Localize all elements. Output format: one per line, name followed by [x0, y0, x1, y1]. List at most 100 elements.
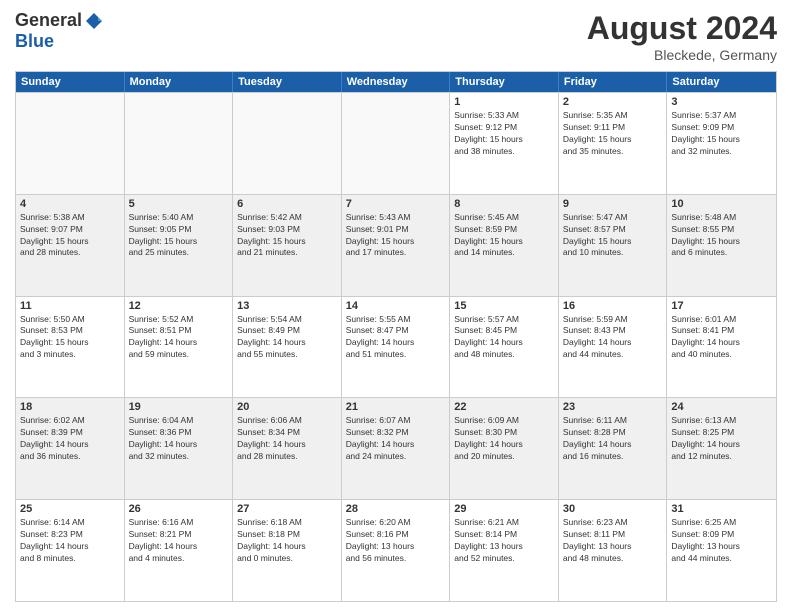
day-info: Sunrise: 6:16 AM Sunset: 8:21 PM Dayligh… — [129, 517, 229, 565]
day-number: 1 — [454, 96, 554, 108]
cal-header-saturday: Saturday — [667, 72, 776, 92]
day-number: 14 — [346, 300, 446, 312]
day-number: 30 — [563, 503, 663, 515]
day-info: Sunrise: 5:38 AM Sunset: 9:07 PM Dayligh… — [20, 212, 120, 260]
title-block: August 2024 Bleckede, Germany — [587, 10, 777, 63]
day-info: Sunrise: 5:35 AM Sunset: 9:11 PM Dayligh… — [563, 110, 663, 158]
cal-cell-4-7: 24Sunrise: 6:13 AM Sunset: 8:25 PM Dayli… — [667, 398, 776, 499]
cal-cell-2-2: 5Sunrise: 5:40 AM Sunset: 9:05 PM Daylig… — [125, 195, 234, 296]
cal-cell-1-1 — [16, 93, 125, 194]
cal-cell-3-7: 17Sunrise: 6:01 AM Sunset: 8:41 PM Dayli… — [667, 297, 776, 398]
logo-blue-text: Blue — [15, 31, 54, 52]
cal-cell-1-7: 3 Sunrise: 5:37 AM Sunset: 9:09 PM Daylig… — [667, 93, 776, 194]
day-info: Sunrise: 5:57 AM Sunset: 8:45 PM Dayligh… — [454, 314, 554, 362]
cal-cell-1-4 — [342, 93, 451, 194]
day-number: 7 — [346, 198, 446, 210]
day-number: 24 — [671, 401, 772, 413]
day-number: 13 — [237, 300, 337, 312]
day-info: Sunrise: 5:59 AM Sunset: 8:43 PM Dayligh… — [563, 314, 663, 362]
cal-cell-5-6: 30 Sunrise: 6:23 AM Sunset: 8:11 PM Dayli… — [559, 500, 668, 601]
day-info: Sunrise: 6:25 AM Sunset: 8:09 PM Dayligh… — [671, 517, 772, 565]
day-info: Sunrise: 6:14 AM Sunset: 8:23 PM Dayligh… — [20, 517, 120, 565]
cal-cell-4-1: 18 Sunrise: 6:02 AM Sunset: 8:39 PM Dayli… — [16, 398, 125, 499]
day-info: Sunrise: 5:42 AM Sunset: 9:03 PM Dayligh… — [237, 212, 337, 260]
cal-cell-3-1: 11 Sunrise: 5:50 AM Sunset: 8:53 PM Dayli… — [16, 297, 125, 398]
day-info: Sunrise: 6:20 AM Sunset: 8:16 PM Dayligh… — [346, 517, 446, 565]
day-info: Sunrise: 5:43 AM Sunset: 9:01 PM Dayligh… — [346, 212, 446, 260]
cal-cell-5-3: 27Sunrise: 6:18 AM Sunset: 8:18 PM Dayli… — [233, 500, 342, 601]
cal-cell-3-2: 12 Sunrise: 5:52 AM Sunset: 8:51 PM Dayli… — [125, 297, 234, 398]
cal-cell-3-5: 15 Sunrise: 5:57 AM Sunset: 8:45 PM Dayli… — [450, 297, 559, 398]
cal-cell-3-3: 13 Sunrise: 5:54 AM Sunset: 8:49 PM Dayli… — [233, 297, 342, 398]
cal-cell-3-4: 14 Sunrise: 5:55 AM Sunset: 8:47 PM Dayli… — [342, 297, 451, 398]
day-number: 11 — [20, 300, 120, 312]
calendar-body: 1 Sunrise: 5:33 AM Sunset: 9:12 PM Daylig… — [16, 92, 776, 601]
day-info: Sunrise: 6:23 AM Sunset: 8:11 PM Dayligh… — [563, 517, 663, 565]
day-info: Sunrise: 5:40 AM Sunset: 9:05 PM Dayligh… — [129, 212, 229, 260]
day-info: Sunrise: 6:02 AM Sunset: 8:39 PM Dayligh… — [20, 415, 120, 463]
cal-cell-4-3: 20Sunrise: 6:06 AM Sunset: 8:34 PM Dayli… — [233, 398, 342, 499]
cal-cell-5-7: 31 Sunrise: 6:25 AM Sunset: 8:09 PM Dayli… — [667, 500, 776, 601]
day-info: Sunrise: 5:37 AM Sunset: 9:09 PM Dayligh… — [671, 110, 772, 158]
day-info: Sunrise: 6:04 AM Sunset: 8:36 PM Dayligh… — [129, 415, 229, 463]
cal-cell-2-1: 4 Sunrise: 5:38 AM Sunset: 9:07 PM Daylig… — [16, 195, 125, 296]
cal-cell-4-2: 19 Sunrise: 6:04 AM Sunset: 8:36 PM Dayli… — [125, 398, 234, 499]
cal-cell-4-5: 22Sunrise: 6:09 AM Sunset: 8:30 PM Dayli… — [450, 398, 559, 499]
day-number: 19 — [129, 401, 229, 413]
day-info: Sunrise: 5:33 AM Sunset: 9:12 PM Dayligh… — [454, 110, 554, 158]
day-info: Sunrise: 6:11 AM Sunset: 8:28 PM Dayligh… — [563, 415, 663, 463]
cal-header-tuesday: Tuesday — [233, 72, 342, 92]
cal-cell-4-6: 23 Sunrise: 6:11 AM Sunset: 8:28 PM Dayli… — [559, 398, 668, 499]
day-info: Sunrise: 5:45 AM Sunset: 8:59 PM Dayligh… — [454, 212, 554, 260]
month-year: August 2024 — [587, 10, 777, 47]
day-number: 22 — [454, 401, 554, 413]
cal-cell-5-1: 25 Sunrise: 6:14 AM Sunset: 8:23 PM Dayli… — [16, 500, 125, 601]
week-row-3: 11 Sunrise: 5:50 AM Sunset: 8:53 PM Dayli… — [16, 296, 776, 398]
cal-cell-1-2 — [125, 93, 234, 194]
cal-cell-2-3: 6 Sunrise: 5:42 AM Sunset: 9:03 PM Daylig… — [233, 195, 342, 296]
day-info: Sunrise: 6:07 AM Sunset: 8:32 PM Dayligh… — [346, 415, 446, 463]
day-number: 16 — [563, 300, 663, 312]
day-number: 18 — [20, 401, 120, 413]
day-number: 31 — [671, 503, 772, 515]
logo-general-text: General — [15, 10, 82, 31]
day-number: 4 — [20, 198, 120, 210]
day-info: Sunrise: 6:21 AM Sunset: 8:14 PM Dayligh… — [454, 517, 554, 565]
header: General Blue August 2024 Bleckede, Germa… — [15, 10, 777, 63]
cal-cell-1-3 — [233, 93, 342, 194]
week-row-4: 18 Sunrise: 6:02 AM Sunset: 8:39 PM Dayli… — [16, 397, 776, 499]
day-number: 6 — [237, 198, 337, 210]
cal-cell-2-5: 8 Sunrise: 5:45 AM Sunset: 8:59 PM Daylig… — [450, 195, 559, 296]
cal-cell-5-5: 29Sunrise: 6:21 AM Sunset: 8:14 PM Dayli… — [450, 500, 559, 601]
cal-cell-2-4: 7 Sunrise: 5:43 AM Sunset: 9:01 PM Daylig… — [342, 195, 451, 296]
day-info: Sunrise: 5:52 AM Sunset: 8:51 PM Dayligh… — [129, 314, 229, 362]
day-number: 12 — [129, 300, 229, 312]
day-info: Sunrise: 5:50 AM Sunset: 8:53 PM Dayligh… — [20, 314, 120, 362]
day-number: 3 — [671, 96, 772, 108]
day-number: 8 — [454, 198, 554, 210]
day-info: Sunrise: 5:47 AM Sunset: 8:57 PM Dayligh… — [563, 212, 663, 260]
calendar: SundayMondayTuesdayWednesdayThursdayFrid… — [15, 71, 777, 602]
cal-cell-5-4: 28 Sunrise: 6:20 AM Sunset: 8:16 PM Dayli… — [342, 500, 451, 601]
cal-cell-2-7: 10 Sunrise: 5:48 AM Sunset: 8:55 PM Dayli… — [667, 195, 776, 296]
day-number: 28 — [346, 503, 446, 515]
day-info: Sunrise: 5:55 AM Sunset: 8:47 PM Dayligh… — [346, 314, 446, 362]
day-info: Sunrise: 6:18 AM Sunset: 8:18 PM Dayligh… — [237, 517, 337, 565]
day-info: Sunrise: 5:48 AM Sunset: 8:55 PM Dayligh… — [671, 212, 772, 260]
day-number: 20 — [237, 401, 337, 413]
day-info: Sunrise: 6:01 AM Sunset: 8:41 PM Dayligh… — [671, 314, 772, 362]
day-number: 21 — [346, 401, 446, 413]
week-row-2: 4 Sunrise: 5:38 AM Sunset: 9:07 PM Daylig… — [16, 194, 776, 296]
day-number: 10 — [671, 198, 772, 210]
day-number: 23 — [563, 401, 663, 413]
cal-cell-5-2: 26Sunrise: 6:16 AM Sunset: 8:21 PM Dayli… — [125, 500, 234, 601]
cal-cell-2-6: 9Sunrise: 5:47 AM Sunset: 8:57 PM Daylig… — [559, 195, 668, 296]
day-info: Sunrise: 5:54 AM Sunset: 8:49 PM Dayligh… — [237, 314, 337, 362]
cal-cell-4-4: 21 Sunrise: 6:07 AM Sunset: 8:32 PM Dayli… — [342, 398, 451, 499]
page: General Blue August 2024 Bleckede, Germa… — [0, 0, 792, 612]
cal-cell-1-6: 2Sunrise: 5:35 AM Sunset: 9:11 PM Daylig… — [559, 93, 668, 194]
day-number: 25 — [20, 503, 120, 515]
day-number: 15 — [454, 300, 554, 312]
cal-cell-1-5: 1 Sunrise: 5:33 AM Sunset: 9:12 PM Daylig… — [450, 93, 559, 194]
logo-icon — [84, 11, 104, 31]
